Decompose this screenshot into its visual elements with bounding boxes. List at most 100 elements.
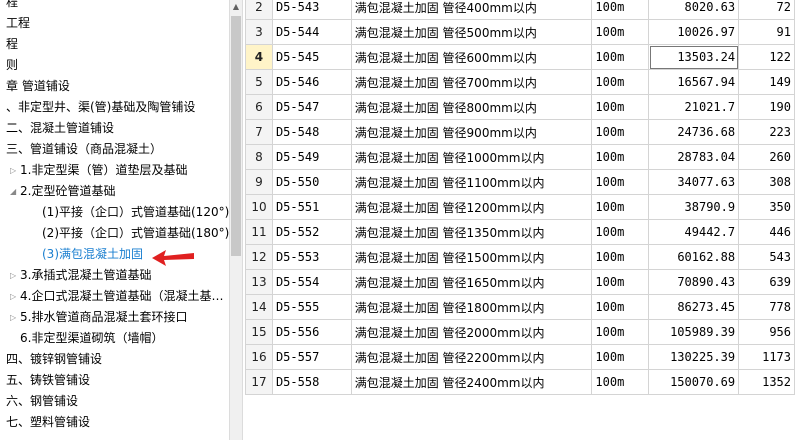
name-cell[interactable]: 满包混凝土加固 管径1650mm以内 [350,269,593,295]
tree-item[interactable]: (1)平接（企口）式管道基础(120°) [32,202,229,223]
next-column-cell[interactable]: 260 [738,144,795,170]
price-cell[interactable]: 24736.68 [648,119,740,145]
price-cell[interactable]: 70890.43 [648,269,740,295]
name-cell[interactable]: 满包混凝土加固 管径700mm以内 [350,69,593,95]
row-number-cell[interactable]: 6 [245,94,273,120]
unit-cell[interactable]: 100m [591,0,650,20]
table-row[interactable]: 11 D5-552 满包混凝土加固 管径1350mm以内 100m 49442.7 446 [245,219,795,245]
price-cell[interactable]: 105989.39 [648,319,740,345]
table-row[interactable]: 4 D5-545 满包混凝土加固 管径600mm以内 100m 13503.24 122 [245,44,795,70]
tree-item[interactable]: 程 [0,34,18,55]
price-cell[interactable]: 34077.63 [648,169,740,195]
name-cell[interactable]: 满包混凝土加固 管径2000mm以内 [350,319,593,345]
table-row[interactable]: 9 D5-550 满包混凝土加固 管径1100mm以内 100m 34077.63 308 [245,169,795,195]
tree-item[interactable]: 五、铸铁管铺设 [0,370,90,391]
unit-cell[interactable]: 100m [591,319,650,345]
code-cell[interactable]: D5-544 [271,19,352,45]
row-number-cell[interactable]: 2 [245,0,273,20]
code-cell[interactable]: D5-545 [271,44,352,70]
code-cell[interactable]: D5-552 [271,219,352,245]
table-row[interactable]: 14 D5-555 满包混凝土加固 管径1800mm以内 100m 86273.45 77… [245,294,795,320]
table-row[interactable]: 17 D5-558 满包混凝土加固 管径2400mm以内 100m 150070.69 1… [245,369,795,395]
tree-item[interactable]: 二、混凝土管道铺设 [0,118,114,139]
price-cell[interactable]: 21021.7 [648,94,740,120]
table-row[interactable]: 3 D5-544 满包混凝土加固 管径500mm以内 100m 10026.97 91 [245,19,795,45]
price-cell[interactable]: 28783.04 [648,144,740,170]
code-cell[interactable]: D5-554 [271,269,352,295]
unit-cell[interactable]: 100m [591,194,650,220]
code-cell[interactable]: D5-553 [271,244,352,270]
price-cell[interactable]: 13503.24 [648,44,740,70]
name-cell[interactable]: 满包混凝土加固 管径1800mm以内 [350,294,593,320]
tree-item-selected[interactable]: (3)满包混凝土加固 [32,244,143,265]
price-cell[interactable]: 150070.69 [648,369,740,395]
name-cell[interactable]: 满包混凝土加固 管径1500mm以内 [350,244,593,270]
unit-cell[interactable]: 100m [591,219,650,245]
tree-item[interactable]: 工程 [0,13,30,34]
code-cell[interactable]: D5-549 [271,144,352,170]
triangle-right-icon[interactable]: ▷ [10,160,20,181]
row-number-cell[interactable]: 7 [245,119,273,145]
next-column-cell[interactable]: 1352 [738,369,795,395]
triangle-right-icon[interactable]: ▷ [10,286,20,307]
table-row[interactable]: 13 D5-554 满包混凝土加固 管径1650mm以内 100m 70890.43 63… [245,269,795,295]
name-cell[interactable]: 满包混凝土加固 管径800mm以内 [350,94,593,120]
table-row[interactable]: 8 D5-549 满包混凝土加固 管径1000mm以内 100m 28783.04 260 [245,144,795,170]
table-row[interactable]: 6 D5-547 满包混凝土加固 管径800mm以内 100m 21021.7 190 [245,94,795,120]
tree-item[interactable]: 章 管道铺设 [0,76,70,97]
next-column-cell[interactable]: 72 [738,0,795,20]
triangle-right-icon[interactable]: ▷ [10,265,20,286]
unit-cell[interactable]: 100m [591,344,650,370]
name-cell[interactable]: 满包混凝土加固 管径1000mm以内 [350,144,593,170]
row-number-cell[interactable]: 10 [245,194,273,220]
price-cell[interactable]: 130225.39 [648,344,740,370]
table-row[interactable]: 12 D5-553 满包混凝土加固 管径1500mm以内 100m 60162.88 54… [245,244,795,270]
next-column-cell[interactable]: 190 [738,94,795,120]
name-cell[interactable]: 满包混凝土加固 管径1350mm以内 [350,219,593,245]
row-number-cell[interactable]: 12 [245,244,273,270]
next-column-cell[interactable]: 778 [738,294,795,320]
tree-item[interactable]: ▷ 5.排水管道商品混凝土套环接口 [10,307,187,328]
scroll-thumb[interactable] [231,16,241,256]
tree-item[interactable]: 七、塑料管铺设 [0,412,90,433]
name-cell[interactable]: 满包混凝土加固 管径2400mm以内 [350,369,593,395]
tree-item[interactable]: 六、钢管铺设 [0,391,78,412]
unit-cell[interactable]: 100m [591,294,650,320]
unit-cell[interactable]: 100m [591,44,650,70]
next-column-cell[interactable]: 308 [738,169,795,195]
price-cell[interactable]: 8020.63 [648,0,740,20]
row-number-cell[interactable]: 13 [245,269,273,295]
unit-cell[interactable]: 100m [591,19,650,45]
code-cell[interactable]: D5-555 [271,294,352,320]
name-cell[interactable]: 满包混凝土加固 管径400mm以内 [350,0,593,20]
tree-scrollbar[interactable]: ▲ [229,0,243,440]
name-cell[interactable]: 满包混凝土加固 管径1100mm以内 [350,169,593,195]
table-row[interactable]: 16 D5-557 满包混凝土加固 管径2200mm以内 100m 130225.39 1… [245,344,795,370]
tree-item[interactable]: ◢ 2.定型砼管道基础 [10,181,115,202]
next-column-cell[interactable]: 350 [738,194,795,220]
name-cell[interactable]: 满包混凝土加固 管径500mm以内 [350,19,593,45]
code-cell[interactable]: D5-558 [271,369,352,395]
next-column-cell[interactable]: 122 [738,44,795,70]
scroll-up-arrow-icon[interactable]: ▲ [230,0,242,14]
row-number-cell[interactable]: 5 [245,69,273,95]
row-number-cell[interactable]: 9 [245,169,273,195]
unit-cell[interactable]: 100m [591,269,650,295]
next-column-cell[interactable]: 446 [738,219,795,245]
unit-cell[interactable]: 100m [591,169,650,195]
next-column-cell[interactable]: 639 [738,269,795,295]
triangle-down-icon[interactable]: ◢ [10,181,20,202]
unit-cell[interactable]: 100m [591,244,650,270]
code-cell[interactable]: D5-550 [271,169,352,195]
name-cell[interactable]: 满包混凝土加固 管径2200mm以内 [350,344,593,370]
price-cell[interactable]: 49442.7 [648,219,740,245]
row-number-cell[interactable]: 17 [245,369,273,395]
tree-item[interactable]: (2)平接（企口）式管道基础(180°) [32,223,229,244]
tree-item[interactable]: 6.非定型渠道砌筑（墙帽） [10,328,163,349]
code-cell[interactable]: D5-546 [271,69,352,95]
code-cell[interactable]: D5-543 [271,0,352,20]
tree-item[interactable]: 三、管道铺设（商品混凝土） [0,139,162,160]
row-number-cell[interactable]: 3 [245,19,273,45]
table-row[interactable]: 10 D5-551 满包混凝土加固 管径1200mm以内 100m 38790.9 350 [245,194,795,220]
tree-item[interactable]: ▷ 1.非定型渠（管）道垫层及基础 [10,160,187,181]
